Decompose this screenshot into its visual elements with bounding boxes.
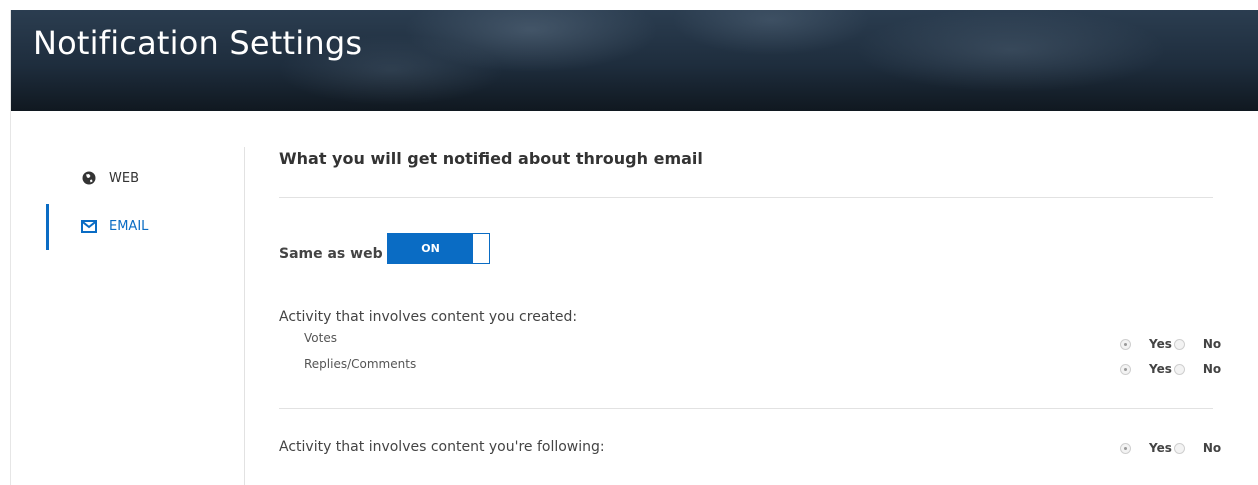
replies-yes-radio[interactable]	[1120, 363, 1131, 375]
votes-no-radio[interactable]	[1173, 338, 1185, 350]
main-content: What you will get notified about through…	[279, 111, 1221, 485]
option-label-replies: Replies/Comments	[304, 357, 417, 371]
same-as-web-toggle[interactable]: ON	[387, 233, 490, 264]
votes-yes-radio[interactable]	[1120, 338, 1131, 350]
sidebar-item-label: WEB	[109, 170, 139, 186]
active-indicator	[46, 204, 49, 250]
globe-icon	[81, 170, 97, 186]
header-banner: Notification Settings	[11, 10, 1258, 111]
following-yes-radio[interactable]	[1120, 442, 1131, 454]
sidebar-item-web[interactable]: WEB	[81, 167, 139, 189]
replies-no-radio[interactable]	[1173, 363, 1185, 375]
following-radio-group: Yes No	[1120, 440, 1221, 456]
section-title: What you will get notified about through…	[279, 149, 703, 168]
same-as-web-label: Same as web	[279, 246, 383, 262]
votes-radio-group: Yes No	[1120, 336, 1221, 352]
no-label: No	[1202, 362, 1222, 376]
yes-label: Yes	[1149, 337, 1172, 351]
envelope-icon	[81, 218, 97, 234]
divider	[279, 197, 1213, 198]
sidebar: WEB EMAIL	[11, 111, 245, 485]
sidebar-item-label: EMAIL	[109, 218, 149, 234]
yes-label: Yes	[1149, 441, 1172, 455]
sidebar-item-email[interactable]: EMAIL	[81, 215, 148, 237]
page: Notification Settings WEB EMAIL What you…	[10, 10, 1258, 485]
no-label: No	[1202, 441, 1222, 455]
sidebar-divider	[244, 147, 245, 485]
following-no-radio[interactable]	[1173, 442, 1185, 454]
no-label: No	[1202, 337, 1222, 351]
toggle-on-label: ON	[388, 234, 473, 263]
page-title: Notification Settings	[33, 24, 363, 62]
yes-label: Yes	[1149, 362, 1172, 376]
option-label-votes: Votes	[304, 331, 337, 345]
group-label-following: Activity that involves content you're fo…	[279, 439, 605, 455]
replies-radio-group: Yes No	[1120, 361, 1221, 377]
group-label-created: Activity that involves content you creat…	[279, 309, 578, 325]
divider	[279, 408, 1213, 409]
